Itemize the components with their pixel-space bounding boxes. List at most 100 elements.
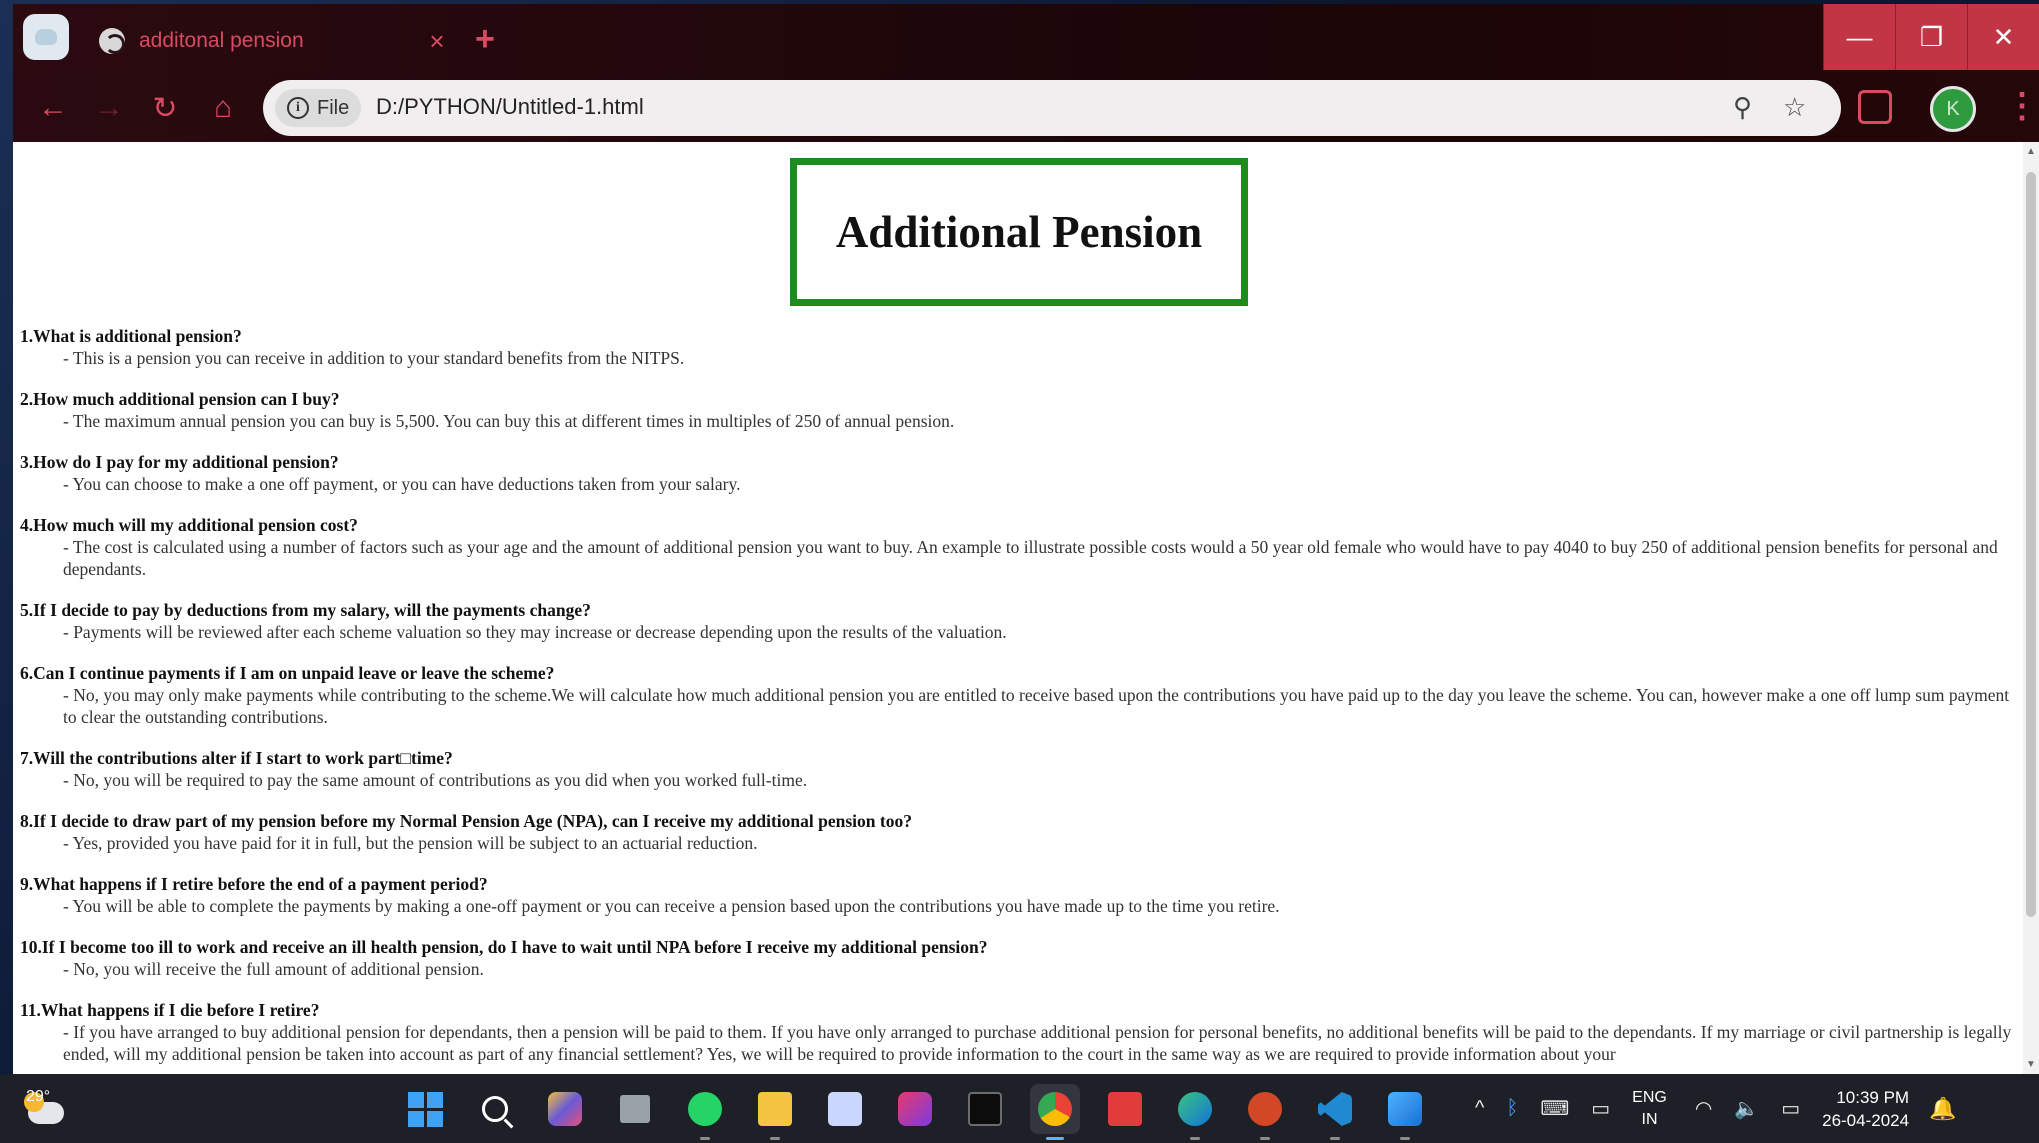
task-view-button[interactable] [610,1084,660,1134]
notification-bell-icon[interactable]: 🔔 [1929,1096,1956,1122]
faq-item: 11.What happens if I die before I retire… [20,999,2015,1065]
faq-question: 1.What is additional pension? [20,326,242,346]
browser-tab[interactable]: additonal pension × [87,16,457,66]
copilot-icon [548,1092,582,1126]
clock[interactable]: 10:39 PM 26-04-2024 [1822,1086,1909,1132]
battery-icon[interactable]: ▭ [1781,1096,1800,1121]
desktop: additonal pension × + — ❐ ✕ ← → ↻ ⌂ i Fi… [0,0,2039,1143]
faq-item: 9.What happens if I retire before the en… [20,873,2015,917]
bookmark-star-icon[interactable]: ☆ [1783,92,1806,123]
url-text[interactable]: D:/PYTHON/Untitled-1.html [376,94,644,120]
chrome-app[interactable] [1030,1084,1080,1140]
language-indicator[interactable]: ENG IN [1632,1087,1667,1131]
folder-icon [758,1092,792,1126]
edge-app[interactable] [1170,1084,1220,1140]
back-button[interactable]: ← [33,88,73,128]
calendar-app[interactable] [1100,1084,1150,1134]
running-indicator [1400,1137,1410,1140]
profile-avatar[interactable]: K [1930,86,1976,132]
running-indicator [700,1137,710,1140]
faq-list: 1.What is additional pension? - This is … [20,325,2015,1074]
windows-icon [407,1091,443,1127]
start-button[interactable] [400,1084,450,1134]
keyboard-icon[interactable]: ⌨ [1540,1096,1569,1121]
photos-icon [1388,1092,1422,1126]
vscode-app[interactable] [1310,1084,1360,1140]
display-icon[interactable]: ▭ [1591,1096,1610,1121]
scroll-up-arrow-icon[interactable]: ▲ [2026,146,2036,157]
home-button[interactable]: ⌂ [203,88,243,128]
faq-question: 4.How much will my additional pension co… [20,515,358,535]
faq-item: 7.Will the contributions alter if I star… [20,747,2015,791]
running-indicator [1260,1137,1270,1140]
tab-strip: additonal pension × + — ❐ ✕ [13,4,2039,74]
faq-answer: - No, you may only make payments while c… [63,685,2010,727]
faq-question: 10.If I become too ill to work and recei… [20,937,988,957]
browser-menu-icon[interactable]: ⋮ [2005,86,2039,126]
zoom-icon[interactable]: ⚲ [1733,92,1752,123]
bluetooth-icon[interactable]: ᛒ [1506,1097,1518,1120]
snipping-tool-app[interactable] [820,1084,870,1134]
faq-question: 8.If I decide to draw part of my pension… [20,811,912,831]
restore-button[interactable]: ❐ [1895,4,1967,70]
photos-app[interactable] [1380,1084,1430,1140]
faq-question: 6.Can I continue payments if I am on unp… [20,663,555,683]
weather-temperature[interactable]: 29° [26,1088,50,1106]
chrome-icon [1038,1092,1072,1126]
minimize-button[interactable]: — [1823,4,1895,70]
language-code: ENG [1632,1088,1667,1106]
whatsapp-app[interactable] [680,1084,730,1140]
faq-answer: - Yes, provided you have paid for it in … [63,833,758,853]
tab-close-icon[interactable]: × [417,26,457,57]
faq-answer: - No, you will be required to pay the sa… [63,770,808,790]
running-indicator [1330,1137,1340,1140]
faq-item: 6.Can I continue payments if I am on unp… [20,662,2015,728]
terminal-app[interactable] [960,1084,1010,1134]
page-title: Additional Pension [835,207,1203,257]
clipchamp-app[interactable] [890,1084,940,1134]
running-indicator [770,1137,780,1140]
extensions-icon[interactable] [1858,90,1892,124]
snipping-tool-icon [828,1092,862,1126]
copilot-app[interactable] [540,1084,590,1134]
task-view-icon [620,1095,650,1123]
page-viewport: Additional Pension 1.What is additional … [13,142,2023,1074]
site-info-chip[interactable]: i File [275,89,362,127]
tab-search-icon[interactable] [23,14,69,60]
taskbar: 29° ^ ᛒ ⌨ ▭ ENG IN ◠ 🔈 ▭ 10:39 PM 26-04-… [0,1074,2039,1143]
faq-answer: - Payments will be reviewed after each s… [63,622,1007,642]
file-explorer-app[interactable] [750,1084,800,1140]
taskbar-apps [400,1084,1450,1140]
reload-button[interactable]: ↻ [145,88,185,128]
faq-item: 4.How much will my additional pension co… [20,514,2015,580]
faq-question: 7.Will the contributions alter if I star… [20,748,453,768]
clock-time: 10:39 PM [1836,1087,1910,1107]
info-icon: i [287,97,309,119]
search-icon [482,1096,508,1122]
running-indicator [1190,1137,1200,1140]
close-window-button[interactable]: ✕ [1967,4,2039,70]
region-code: IN [1641,1110,1658,1128]
vertical-scrollbar[interactable]: ▲ ▼ [2023,142,2039,1074]
scroll-down-arrow-icon[interactable]: ▼ [2026,1059,2036,1070]
faq-question: 3.How do I pay for my additional pension… [20,452,339,472]
wifi-icon[interactable]: ◠ [1695,1096,1712,1121]
tray-overflow-chevron-icon[interactable]: ^ [1475,1097,1484,1120]
faq-item: 8.If I decide to draw part of my pension… [20,810,2015,854]
vscode-icon [1318,1092,1352,1126]
forward-button[interactable]: → [89,88,129,128]
new-tab-button[interactable]: + [475,20,495,59]
faq-question: 2.How much additional pension can I buy? [20,389,340,409]
file-chip-label: File [317,96,350,119]
title-box: Additional Pension [790,158,1248,306]
address-bar[interactable]: i File D:/PYTHON/Untitled-1.html ⚲ ☆ [263,80,1841,136]
window-controls: — ❐ ✕ [1823,4,2039,70]
whatsapp-icon [688,1092,722,1126]
powerpoint-app[interactable] [1240,1084,1290,1140]
volume-icon[interactable]: 🔈 [1734,1096,1759,1121]
faq-answer: - If you have arranged to buy additional… [63,1022,2012,1064]
scrollbar-thumb[interactable] [2026,172,2036,917]
faq-question: 9.What happens if I retire before the en… [20,874,488,894]
calendar-icon [1108,1092,1142,1126]
search-button[interactable] [470,1084,520,1134]
